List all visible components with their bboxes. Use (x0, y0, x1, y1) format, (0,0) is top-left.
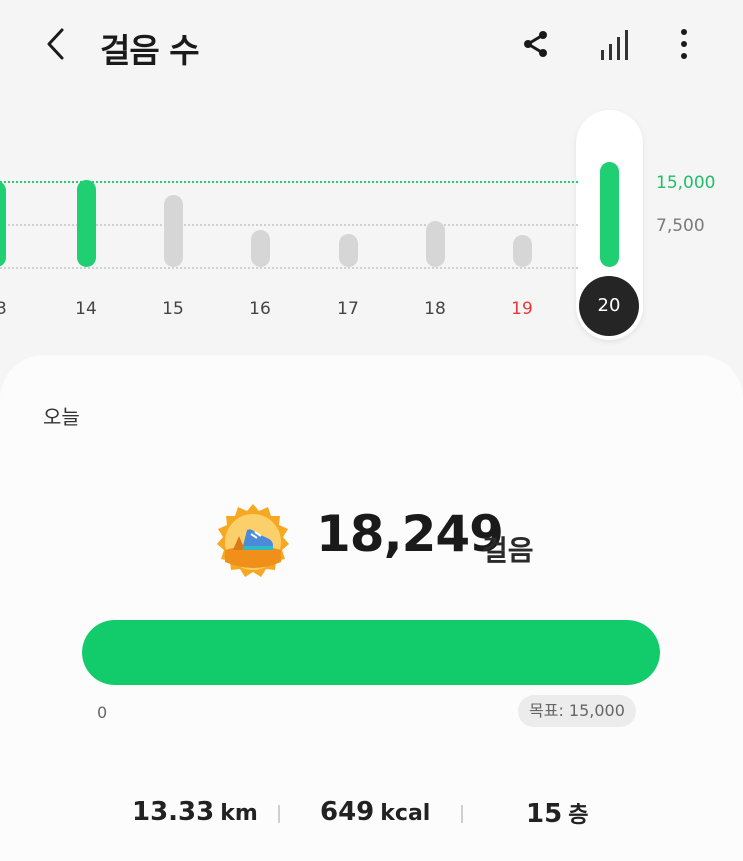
stat-divider (278, 805, 280, 823)
x-tick-label[interactable]: 13 (0, 299, 16, 319)
distance-value: 13.33 (132, 797, 215, 827)
x-tick-label[interactable]: 15 (153, 299, 193, 319)
x-tick-label-selected[interactable]: 20 (579, 276, 639, 336)
more-vert-icon[interactable] (664, 24, 704, 64)
daily-steps-chart[interactable]: 15,000 7,500 13 14 15 16 17 18 19 20 (0, 95, 743, 355)
baseline-gridline (0, 267, 578, 269)
today-card: 오늘 18,249 걸음 0 목표: 15,000 13.33 km 649 kca… (0, 355, 743, 861)
floors-stat: 15 층 (526, 797, 588, 829)
share-icon[interactable] (516, 24, 556, 64)
chart-bar[interactable] (0, 181, 6, 267)
back-icon[interactable] (36, 22, 80, 66)
chart-bar[interactable] (339, 233, 358, 267)
distance-unit: km (220, 801, 258, 826)
calories-unit: kcal (380, 801, 431, 826)
x-tick-label[interactable]: 19 (502, 299, 542, 319)
calories-stat: 649 kcal (320, 797, 430, 827)
chart-bar[interactable] (513, 235, 532, 267)
x-tick-label[interactable]: 17 (328, 299, 368, 319)
chart-bar[interactable] (77, 179, 96, 267)
bar-chart-icon[interactable] (594, 24, 634, 64)
chart-bar[interactable] (426, 221, 445, 267)
y-tick-label: 15,000 (656, 173, 716, 193)
chart-bar[interactable] (251, 229, 270, 267)
steps-progress-fill (82, 620, 660, 685)
steps-count: 18,249 (316, 505, 504, 563)
floors-unit: 층 (568, 803, 589, 828)
distance-stat: 13.33 km (132, 797, 258, 827)
x-tick-label[interactable]: 18 (415, 299, 455, 319)
floors-value: 15 (526, 799, 563, 829)
goal-chip[interactable]: 목표: 15,000 (518, 695, 636, 727)
today-label: 오늘 (43, 405, 80, 429)
x-tick-label[interactable]: 16 (240, 299, 280, 319)
app-header: 걸음 수 (0, 0, 743, 95)
steps-unit: 걸음 (482, 534, 534, 567)
y-tick-label: 7,500 (656, 216, 705, 236)
x-tick-label[interactable]: 14 (66, 299, 106, 319)
progress-min-label: 0 (97, 703, 108, 722)
walking-shoe-badge-icon (213, 502, 293, 582)
calories-value: 649 (320, 797, 375, 827)
page-title: 걸음 수 (100, 31, 200, 70)
steps-progress-bar (82, 620, 660, 685)
stat-divider (461, 805, 463, 823)
chart-bar[interactable] (164, 195, 183, 267)
chart-bar[interactable] (600, 162, 619, 267)
